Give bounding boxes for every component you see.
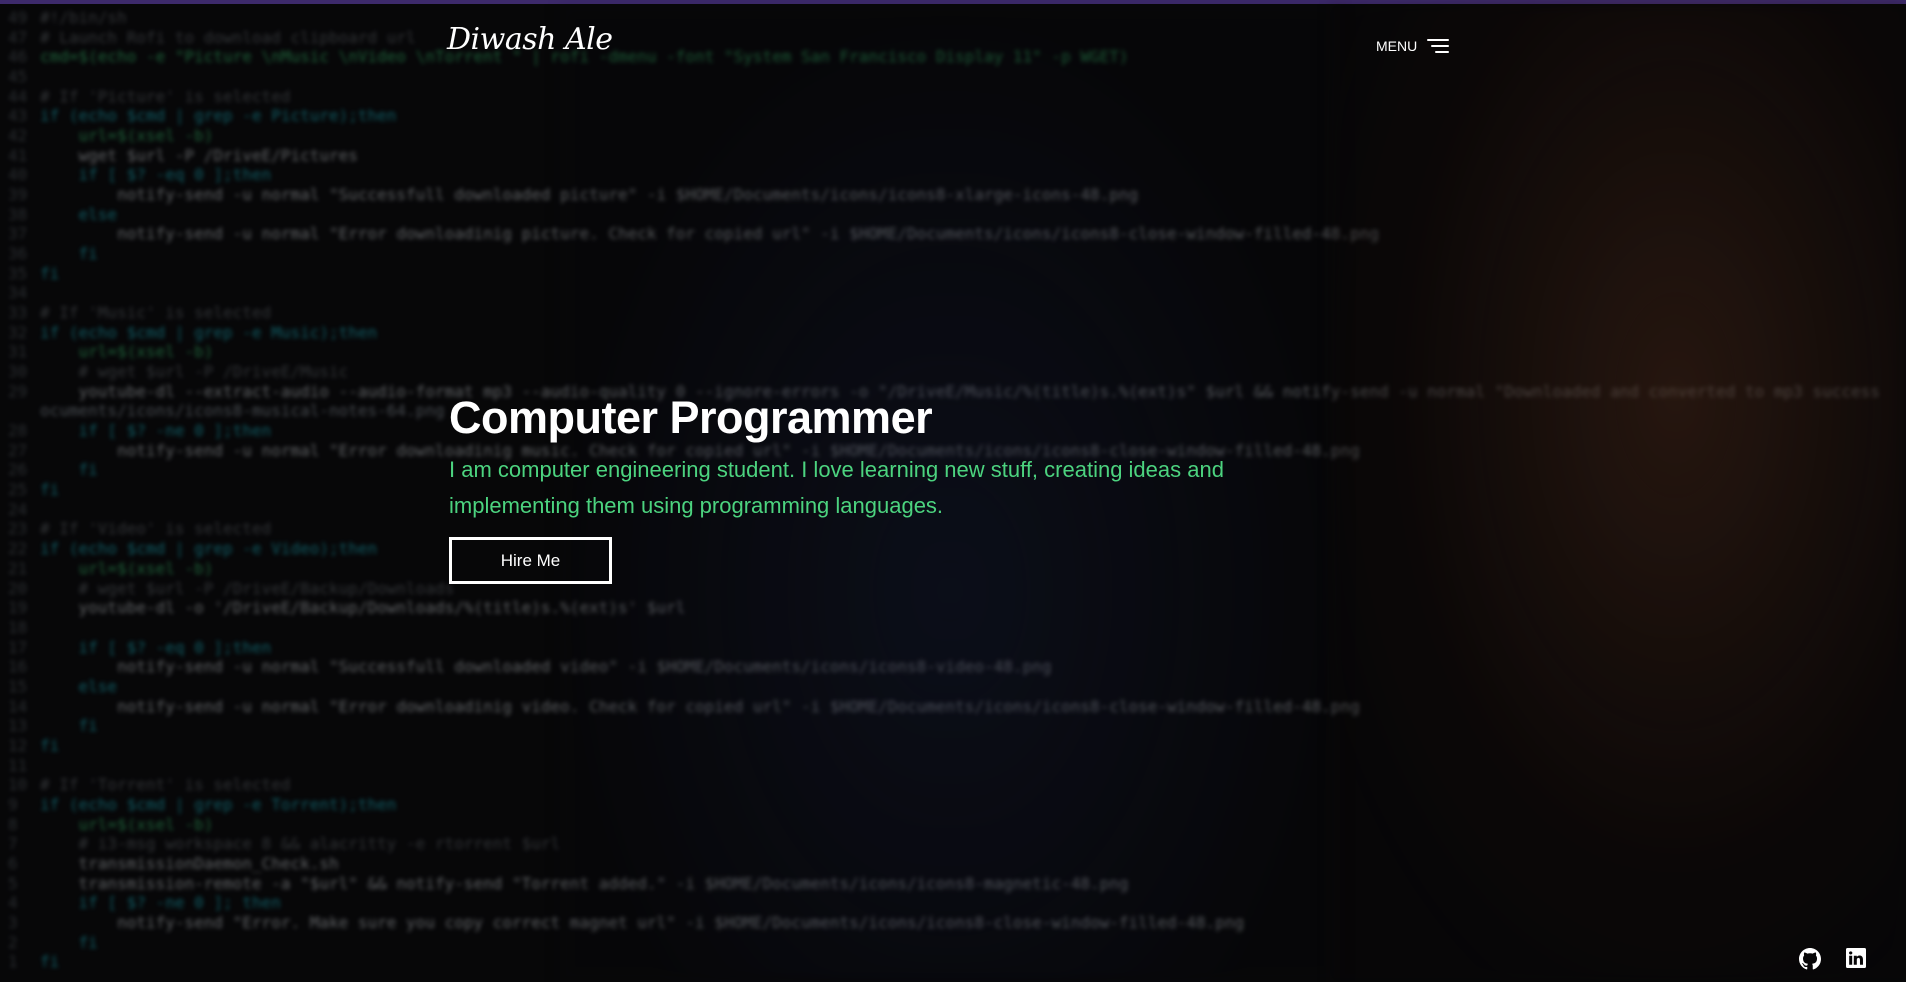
- site-logo[interactable]: Diwash Ale: [447, 22, 613, 57]
- linkedin-icon[interactable]: [1846, 948, 1868, 970]
- page: 49 #!/bin/sh 47 # Launch Rofi to download c…: [0, 0, 1906, 982]
- hamburger-icon: [1427, 39, 1450, 53]
- menu-label: MENU: [1376, 38, 1418, 54]
- menu-button[interactable]: MENU: [1376, 38, 1450, 54]
- hire-me-button[interactable]: Hire Me: [449, 537, 612, 584]
- github-icon[interactable]: [1799, 948, 1821, 970]
- hero-description: I am computer engineering student. I lov…: [449, 457, 1224, 518]
- hero-title: Computer Programmer: [449, 392, 933, 443]
